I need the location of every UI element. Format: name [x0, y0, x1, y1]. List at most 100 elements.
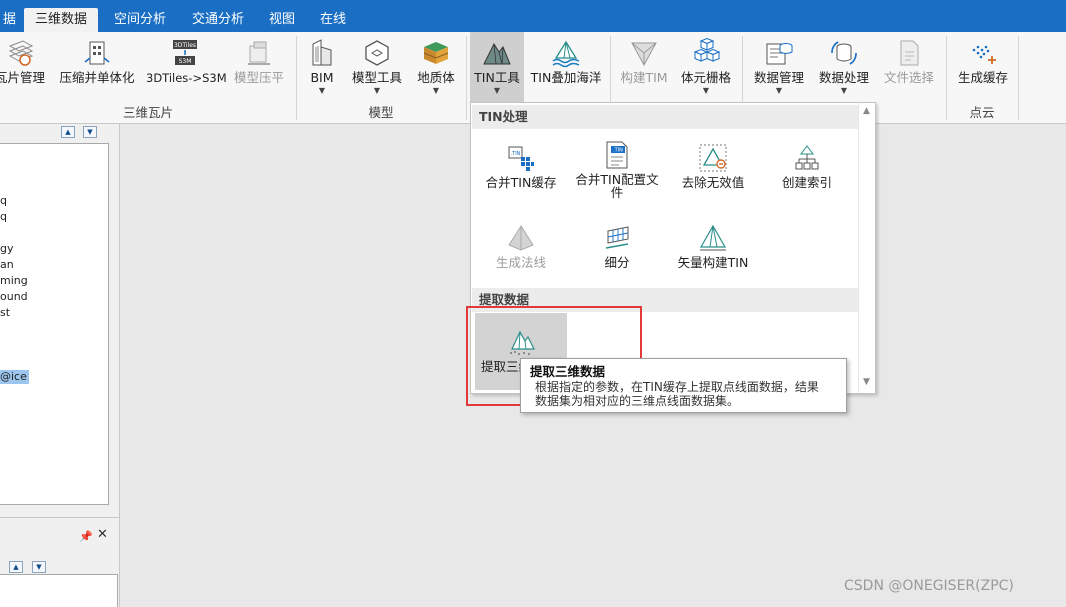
geology-dropdown-arrow: ▼ [432, 86, 440, 95]
generate-normals-icon [508, 225, 534, 251]
compress-single-button[interactable]: 压缩并单体化 [56, 32, 138, 102]
menu-item-data[interactable]: 据 [0, 8, 27, 32]
group-label-3d-tiles: 三维瓦片 [122, 105, 173, 120]
data-manage-dropdown-arrow: ▼ [775, 86, 783, 95]
tile-manage-button[interactable]: 瓦片管理 [0, 32, 48, 102]
tin-ocean-button[interactable]: TIN叠加海洋 [528, 32, 604, 102]
point-cloud-cache-icon [972, 45, 996, 64]
model-flatten-icon [248, 41, 270, 65]
tree-node[interactable]: st [0, 306, 10, 320]
3dtiles-badge: 3DTiles [174, 42, 196, 49]
tin-config-badge: .TIN [613, 148, 623, 154]
workspace-tree[interactable]: q q gy an ming ound st @ice [0, 143, 109, 505]
remove-invalid-label: 去除无效值 [681, 175, 745, 190]
model-flatten-label: 模型压平 [233, 70, 284, 85]
tree-node[interactable]: an [0, 258, 14, 272]
data-manage-button[interactable]: 数据管理 ▼ [748, 32, 810, 102]
tree-node[interactable]: gy [0, 242, 14, 256]
create-index-item[interactable]: 创建索引 [763, 143, 851, 199]
layer-panel: 📌 ✕ ▲ ▼ [0, 517, 119, 607]
build-tim-icon [631, 42, 657, 67]
tin-tool-label: TIN工具 [474, 70, 520, 85]
voxel-grid-label: 体元栅格 [680, 70, 731, 85]
tiles-to-s3m-icon: 3DTiles S3M [173, 40, 197, 65]
merge-tin-cache-item[interactable]: .TIN 合并TIN缓存 [477, 143, 565, 199]
build-tim-button[interactable]: 构建TIM [616, 32, 672, 102]
data-process-button[interactable]: 数据处理 ▼ [814, 32, 874, 102]
layer-up-button[interactable]: ▲ [9, 561, 23, 573]
remove-invalid-item[interactable]: 去除无效值 [669, 143, 757, 199]
tree-node[interactable]: q [0, 210, 7, 224]
tin-mountain-icon [483, 42, 511, 65]
group-label-point-cloud: 点云 [969, 105, 995, 120]
menu-item-traffic-analysis[interactable]: 交通分析 [181, 8, 255, 32]
vector-build-tin-icon [699, 224, 727, 251]
voxel-grid-icon [693, 38, 721, 62]
layer-down-button[interactable]: ▼ [32, 561, 46, 573]
model-flatten-button[interactable]: 模型压平 [230, 32, 288, 102]
tree-node[interactable]: ming [0, 274, 28, 288]
model-tool-label: 模型工具 [351, 70, 402, 85]
file-select-icon [900, 40, 919, 66]
data-process-label: 数据处理 [818, 70, 869, 85]
menu-item-spatial-analysis[interactable]: 空间分析 [103, 8, 177, 32]
generate-normals-label: 生成法线 [495, 255, 546, 270]
layer-list[interactable] [0, 574, 118, 607]
scroll-down-arrow[interactable]: ▼ [863, 377, 870, 387]
voxel-grid-button[interactable]: 体元栅格 ▼ [676, 32, 736, 102]
data-process-dropdown-arrow: ▼ [840, 86, 848, 95]
tin-config-file-icon: .TIN [606, 141, 628, 169]
geology-button[interactable]: 地质体 ▼ [412, 32, 460, 102]
collapse-up-button[interactable]: ▲ [61, 126, 75, 138]
tin-ocean-label: TIN叠加海洋 [530, 70, 602, 85]
tile-manage-label: 瓦片管理 [0, 70, 45, 85]
menu-item-online[interactable]: 在线 [309, 8, 357, 32]
tooltip-description-line2: 数据集为相对应的三维点线面数据集。 [535, 394, 740, 408]
tiles-to-s3m-label: 3DTiles->S3M [146, 71, 227, 85]
group-label-model: 模型 [368, 105, 394, 120]
close-icon[interactable]: ✕ [97, 527, 108, 542]
model-tool-dropdown-arrow: ▼ [373, 86, 381, 95]
menu-item-view[interactable]: 视图 [258, 8, 306, 32]
bim-building-icon [312, 39, 332, 66]
file-select-label: 文件选择 [883, 70, 934, 85]
pin-icon[interactable]: 📌 [79, 530, 93, 543]
data-manage-icon [766, 43, 793, 65]
create-index-label: 创建索引 [781, 175, 832, 190]
vector-build-tin-item[interactable]: 矢量构建TIN [669, 223, 757, 279]
generate-cache-button[interactable]: 生成缓存 [952, 32, 1014, 102]
expand-down-button[interactable]: ▼ [83, 126, 97, 138]
bim-dropdown-arrow: ▼ [318, 86, 326, 95]
vector-build-tin-label: 矢量构建TIN [677, 255, 749, 270]
merge-tin-cache-label: 合并TIN缓存 [485, 175, 557, 190]
dropdown-scrollbar[interactable]: ▲ ▼ [858, 103, 875, 393]
tile-grid-icon [8, 40, 34, 66]
bim-button[interactable]: BIM ▼ [302, 32, 342, 102]
subdivide-label: 细分 [604, 255, 630, 270]
file-select-button[interactable]: 文件选择 [878, 32, 940, 102]
subdivide-item[interactable]: 细分 [571, 223, 663, 279]
compress-single-label: 压缩并单体化 [59, 70, 135, 85]
menu-item-3d-data[interactable]: 三维数据 [24, 8, 99, 32]
merge-tin-config-label: 合并TIN配置文件 [575, 172, 659, 200]
ribbon-group-separator [466, 36, 467, 120]
model-tool-button[interactable]: 模型工具 ▼ [348, 32, 406, 102]
section-header-tin-process: TIN处理 [472, 105, 858, 129]
tooltip-description-line1: 根据指定的参数，在TIN缓存上提取点线面数据，结果 [535, 380, 819, 394]
bim-label: BIM [310, 70, 334, 85]
tree-node[interactable]: q [0, 194, 7, 208]
merge-tin-cache-icon: .TIN [508, 146, 534, 171]
data-manage-label: 数据管理 [753, 70, 804, 85]
s3m-badge: S3M [179, 58, 192, 65]
ribbon-group-separator [1018, 36, 1019, 120]
tooltip-title: 提取三维数据 [530, 364, 606, 379]
tree-node[interactable]: ound [0, 290, 28, 304]
generate-normals-item[interactable]: 生成法线 [477, 223, 565, 279]
scroll-up-arrow[interactable]: ▲ [863, 106, 870, 116]
merge-tin-config-item[interactable]: .TIN 合并TIN配置文件 [571, 140, 663, 202]
tiles-to-s3m-button[interactable]: 3DTiles S3M 3DTiles->S3M [146, 32, 227, 102]
tree-node-selected[interactable]: @ice [0, 370, 29, 384]
menu-bar: 据 三维数据 空间分析 交通分析 视图 在线 [0, 0, 1066, 32]
compress-building-icon [84, 41, 110, 65]
tin-tool-button[interactable]: TIN工具 ▼ [470, 32, 524, 102]
